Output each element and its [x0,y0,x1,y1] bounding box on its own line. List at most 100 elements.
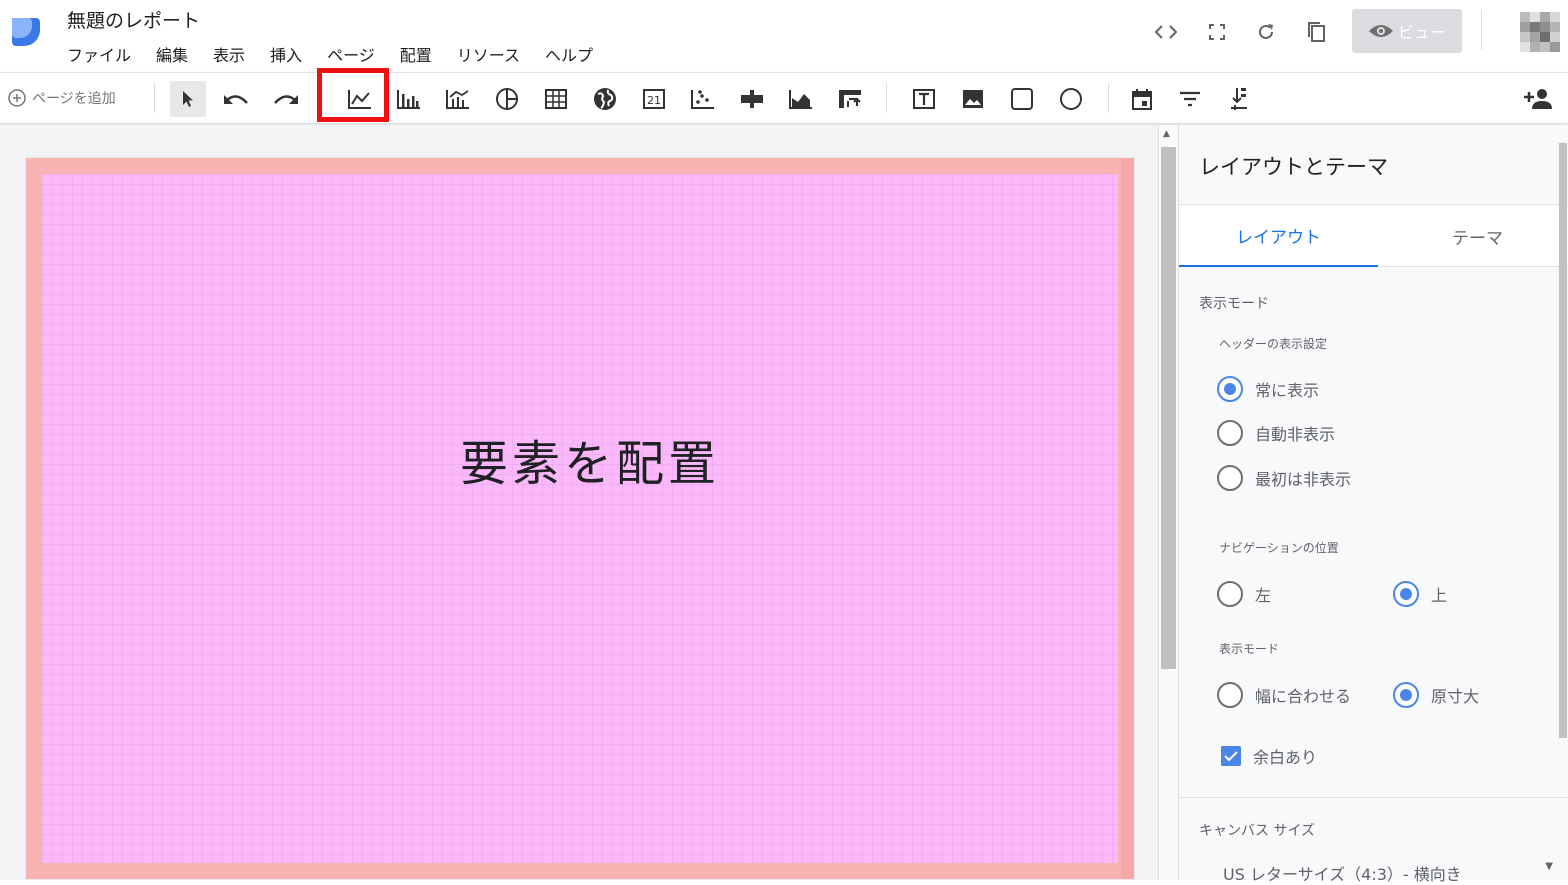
radio-label: 原寸大 [1431,687,1480,706]
panel-scrollbar[interactable] [1556,125,1568,880]
radio-button[interactable] [1217,682,1243,708]
radio-auto-hide[interactable]: 自動非表示 [1217,420,1335,446]
toolbar: ページを追加 21 [0,72,1568,124]
scrollbar-thumb[interactable] [1161,147,1176,669]
report-page[interactable]: 要素を配置 [25,157,1135,880]
embed-code-icon[interactable] [1152,18,1180,46]
radio-button[interactable] [1393,581,1419,607]
check-icon [1224,751,1238,762]
menu-edit[interactable]: 編集 [156,42,188,66]
radio-label: 常に表示 [1255,381,1320,400]
toolbar-divider [886,83,887,113]
page-content-area[interactable]: 要素を配置 [42,174,1118,863]
radio-fit-width[interactable]: 幅に合わせる [1217,682,1351,708]
add-page-label: ページを追加 [32,91,116,107]
radio-button[interactable] [1217,581,1243,607]
canvas-size-select[interactable]: US レターサイズ（4:3）- 横向き ▼ [1223,861,1553,885]
display-mode-label: 表示モード [1219,642,1280,656]
panel-tabs: レイアウト テーマ [1179,204,1568,267]
combo-chart-icon[interactable] [440,81,476,117]
add-circle-icon [8,89,26,107]
display-mode-section-label: 表示モード [1199,296,1269,312]
area-chart-icon[interactable] [783,81,819,117]
share-add-person-icon[interactable] [1520,81,1556,117]
menu-bar: ファイル 編集 表示 挿入 ページ 配置 リソース ヘルプ [67,42,618,66]
text-box-icon[interactable] [906,81,942,117]
radio-nav-left[interactable]: 左 [1217,581,1271,607]
data-control-icon[interactable] [1221,81,1257,117]
svg-text:21: 21 [647,94,661,107]
radio-label: 幅に合わせる [1255,687,1352,706]
bullet-chart-icon[interactable] [734,81,770,117]
radio-button[interactable] [1217,465,1243,491]
scorecard-icon[interactable]: 21 [636,81,672,117]
panel-scrollbar-thumb[interactable] [1559,143,1567,738]
scroll-up-icon[interactable]: ▲ [1163,129,1170,139]
radio-label: 自動非表示 [1255,425,1336,444]
tab-layout[interactable]: レイアウト [1179,205,1378,267]
radio-always-show[interactable]: 常に表示 [1217,376,1319,402]
menu-file[interactable]: ファイル [67,42,131,66]
avatar[interactable] [1520,12,1560,52]
margin-checkbox[interactable] [1221,746,1241,766]
toolbar-divider [1108,83,1109,113]
place-element-text: 要素を配置 [460,436,721,492]
radio-nav-top[interactable]: 上 [1393,581,1447,607]
canvas-size-value: US レターサイズ（4:3）- 横向き [1223,865,1462,884]
margin-checkbox-row[interactable]: 余白あり [1221,744,1317,768]
radio-label: 左 [1255,586,1272,605]
header-setting-label: ヘッダーの表示設定 [1219,337,1328,351]
highlight-box [317,68,389,122]
view-button[interactable]: ビュー [1352,9,1462,53]
pie-chart-icon[interactable] [489,81,525,117]
circle-icon[interactable] [1053,81,1089,117]
redo-icon[interactable] [268,81,304,117]
canvas-size-label: キャンバス サイズ [1199,823,1316,839]
filter-control-icon[interactable] [1172,81,1208,117]
view-button-label: ビュー [1397,23,1446,42]
data-studio-logo-icon[interactable] [10,16,42,48]
app-header: 無題のレポート ファイル 編集 表示 挿入 ページ 配置 リソース ヘルプ ビュ… [0,0,1568,72]
refresh-icon[interactable] [1252,18,1280,46]
canvas-scrollbar[interactable]: ▲ [1158,125,1178,880]
nav-position-label: ナビゲーションの位置 [1219,541,1339,555]
table-icon[interactable] [538,81,574,117]
page-edge [1121,158,1134,879]
menu-page[interactable]: ページ [327,42,375,66]
select-tool-icon[interactable] [170,81,206,117]
menu-help[interactable]: ヘルプ [545,42,593,66]
radio-button[interactable] [1393,682,1419,708]
radio-label: 上 [1431,586,1448,605]
add-page-button[interactable]: ページを追加 [8,88,116,108]
menu-arrange[interactable]: 配置 [400,42,432,66]
menu-insert[interactable]: 挿入 [270,42,302,66]
pivot-table-icon[interactable] [832,81,868,117]
toolbar-divider [154,83,155,113]
dropdown-arrow-icon: ▼ [1545,861,1553,872]
radio-button[interactable] [1217,376,1243,402]
layout-theme-panel: レイアウトとテーマ レイアウト テーマ 表示モード ヘッダーの表示設定 常に表示… [1178,125,1568,884]
copy-report-icon[interactable] [1302,18,1330,46]
date-range-icon[interactable] [1124,81,1160,117]
panel-divider [1179,797,1568,798]
bar-chart-icon[interactable] [391,81,427,117]
undo-icon[interactable] [218,81,254,117]
report-title[interactable]: 無題のレポート [67,6,200,33]
radio-label: 最初は非表示 [1255,470,1352,489]
rectangle-icon[interactable] [1004,81,1040,117]
radio-button[interactable] [1217,420,1243,446]
geo-map-icon[interactable] [587,81,623,117]
scatter-chart-icon[interactable] [685,81,721,117]
eye-icon [1368,25,1393,37]
image-icon[interactable] [955,81,991,117]
radio-initially-hidden[interactable]: 最初は非表示 [1217,465,1351,491]
tab-theme[interactable]: テーマ [1378,205,1568,267]
menu-view[interactable]: 表示 [213,42,245,66]
header-divider [1481,10,1482,50]
radio-actual-size[interactable]: 原寸大 [1393,682,1479,708]
panel-title: レイアウトとテーマ [1199,155,1388,179]
checkbox-label: 余白あり [1253,748,1318,767]
menu-resource[interactable]: リソース [457,42,520,66]
fullscreen-icon[interactable] [1203,18,1231,46]
canvas-area: 要素を配置 [0,125,1158,880]
